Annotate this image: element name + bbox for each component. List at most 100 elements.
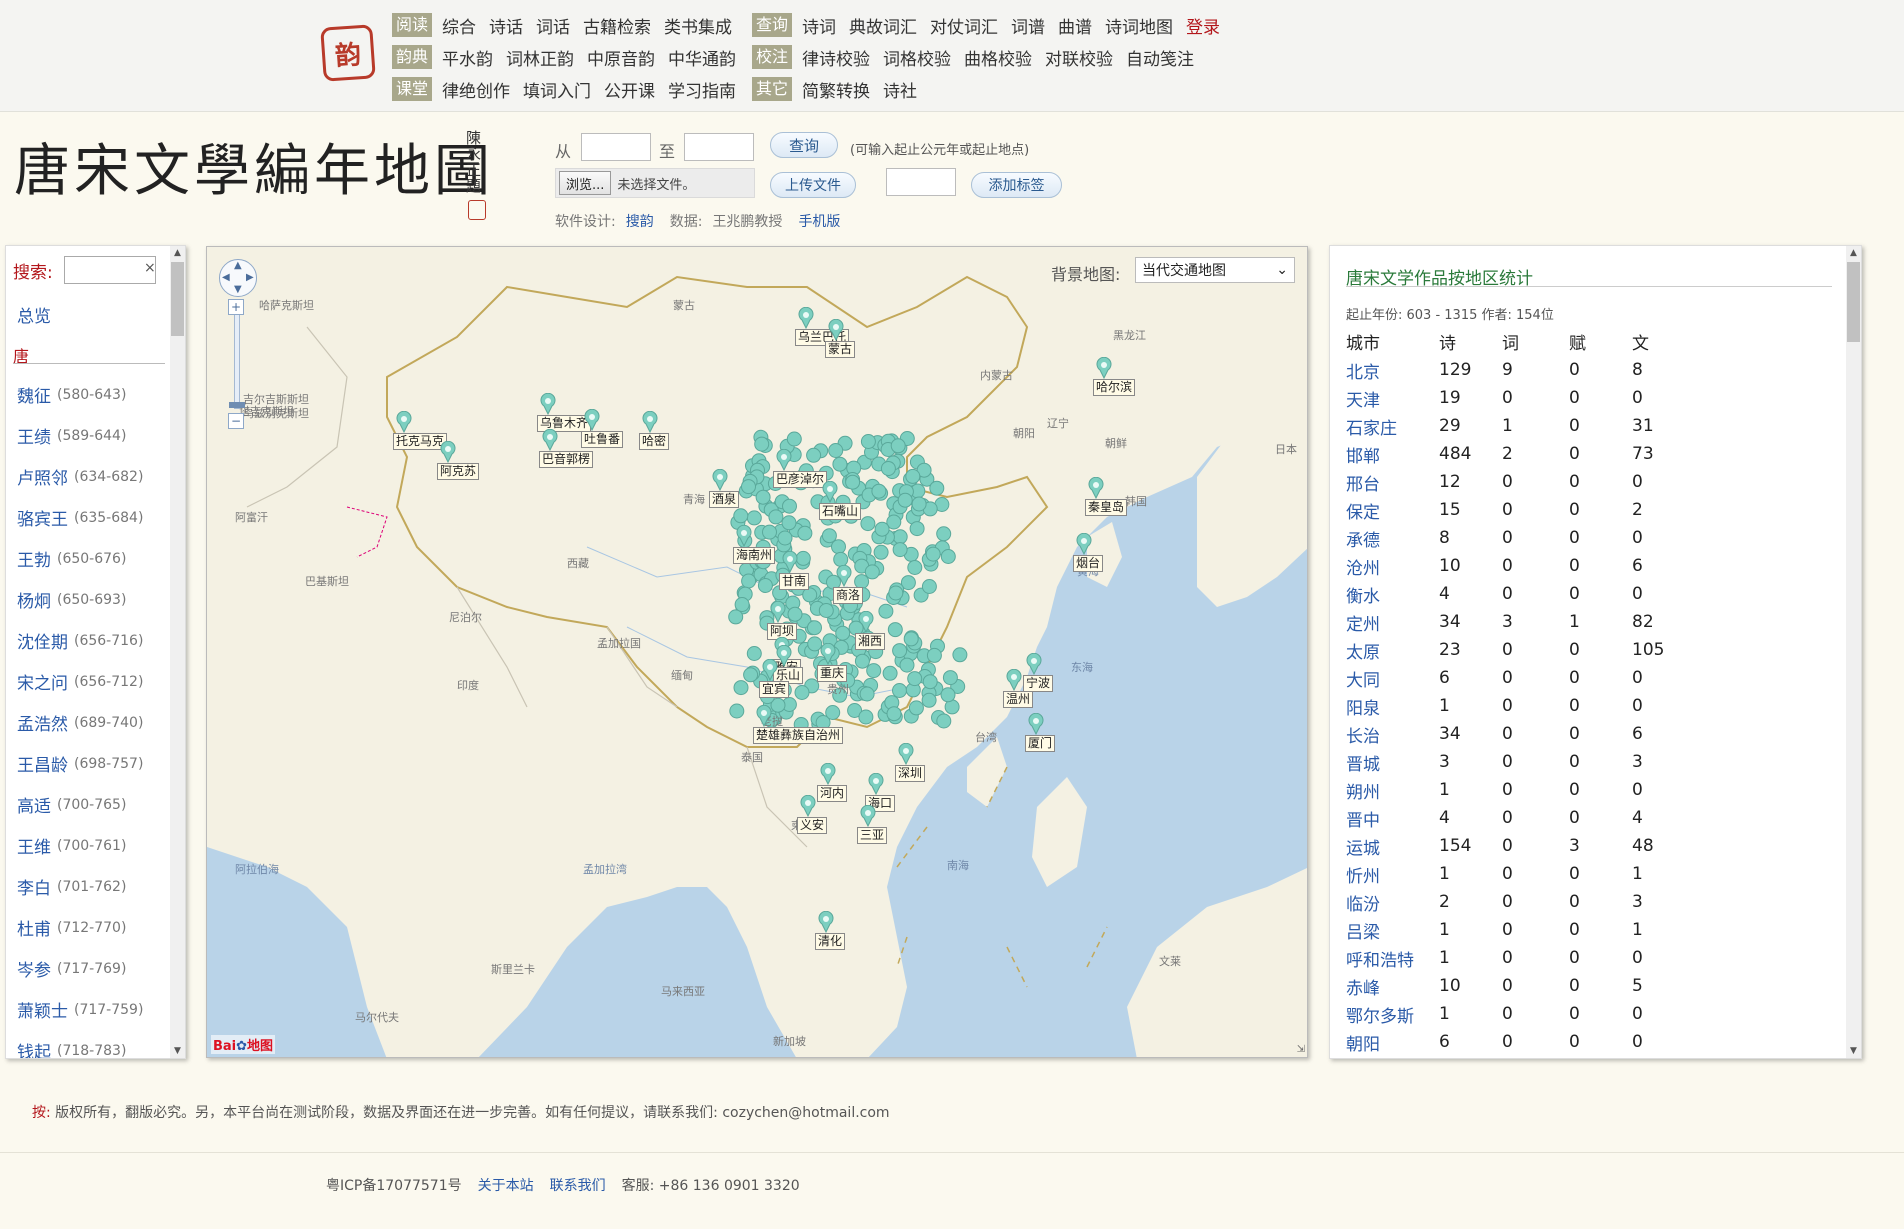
author-item[interactable]: 杜甫 (712-770) [17,907,143,948]
map-pin-icon[interactable] [439,440,457,464]
map-pin-icon[interactable] [711,468,729,492]
map-pin-icon[interactable] [828,443,844,458]
nav-link[interactable]: 典故词汇 [849,13,917,38]
cell-city[interactable]: 邯郸 [1346,440,1439,468]
map-pin-icon[interactable] [817,910,835,934]
map-pin-icon[interactable] [821,480,839,504]
place-label[interactable]: 商洛 [833,587,864,604]
map-pin-icon[interactable] [886,706,902,722]
map-pin-icon[interactable] [797,525,813,541]
map-pin-icon[interactable] [1005,668,1023,692]
map-pin-icon[interactable] [743,667,759,683]
map-pin-icon[interactable] [859,686,875,702]
map-pin-icon[interactable] [539,392,557,416]
map-pin-icon[interactable] [888,585,904,601]
map-pin-icon[interactable] [897,742,915,766]
place-label[interactable]: 吐鲁番 [581,431,624,448]
nav-link[interactable]: 平水韵 [442,45,493,70]
cell-city[interactable]: 吕梁 [1346,916,1439,944]
map-pin-icon[interactable] [768,509,784,525]
scroll-up-icon[interactable]: ▲ [170,246,185,260]
author-item[interactable]: 岑参 (717-769) [17,948,143,989]
pan-right-icon[interactable]: ▶ [246,272,254,283]
cell-city[interactable]: 晋城 [1346,748,1439,776]
map-pin-icon[interactable] [892,529,908,545]
nav-link[interactable]: 词谱 [1011,13,1045,38]
map-pin-icon[interactable] [782,498,797,514]
browse-button[interactable]: 浏览... [559,171,612,195]
author-item[interactable]: 王勃 (650-676) [17,538,143,579]
nav-link[interactable]: 曲谱 [1058,13,1092,38]
map-pin-icon[interactable] [762,524,777,540]
map-pin-icon[interactable] [905,468,921,484]
map-pin-icon[interactable] [827,318,845,342]
scroll-up-icon[interactable]: ▲ [1846,246,1861,260]
map-pin-icon[interactable] [787,606,803,622]
place-label[interactable]: 湘西 [855,633,886,650]
place-label[interactable]: 哈密 [639,433,670,450]
map-pin-icon[interactable] [755,704,773,728]
place-label[interactable]: 蒙古 [825,341,856,358]
map-pin-icon[interactable] [825,705,841,720]
map-pin-icon[interactable] [871,483,887,499]
place-label[interactable]: 义安 [797,817,828,834]
nav-link-poetry-map[interactable]: 诗词地图 [1105,13,1173,38]
cell-city[interactable]: 运城 [1346,832,1439,860]
about-link[interactable]: 关于本站 [478,1175,534,1195]
map-pin-icon[interactable] [940,687,956,703]
place-label[interactable]: 海南州 [733,547,776,564]
nav-link[interactable]: 公开课 [604,77,655,102]
cell-city[interactable]: 衡水 [1346,580,1439,608]
map-pin-icon[interactable] [874,521,890,537]
map-pin-icon[interactable] [890,438,906,454]
author-item[interactable]: 杨炯 (650-693) [17,579,143,620]
map-pin-icon[interactable] [769,600,787,624]
place-label[interactable]: 宜宾 [759,681,790,698]
author-item[interactable]: 王维 (700-761) [17,825,143,866]
place-label[interactable]: 石嘴山 [819,503,862,520]
mobile-link[interactable]: 手机版 [798,211,840,231]
map-pin-icon[interactable] [761,658,779,682]
map-pin-icon[interactable] [741,479,756,495]
baidu-map-logo[interactable]: Bai✿地图 [211,1035,276,1054]
cell-city[interactable]: 北京 [1346,356,1439,384]
place-label[interactable]: 楚雄彝族自治州 [753,727,844,744]
basemap-select[interactable]: 当代交通地图 ⌄ [1135,257,1295,283]
map-pin-icon[interactable] [786,431,802,447]
nav-link[interactable]: 对仗词汇 [930,13,998,38]
tag-input[interactable] [886,168,956,196]
nav-link[interactable]: 中华通韵 [668,45,736,70]
map-pin-icon[interactable] [925,546,941,562]
nav-link[interactable]: 律诗校验 [802,45,870,70]
map-pin-icon[interactable] [832,456,848,472]
zoom-in-button[interactable]: + [228,299,244,315]
map-pin-icon[interactable] [908,700,924,716]
nav-link[interactable]: 诗社 [883,77,917,102]
map-pin-icon[interactable] [952,647,968,663]
map-pin-icon[interactable] [911,496,927,512]
map-pin-icon[interactable] [775,448,793,472]
map-pin-icon[interactable] [835,564,853,588]
nav-link[interactable]: 曲格校验 [964,45,1032,70]
map-pin-icon[interactable] [754,436,770,452]
map-pin-icon[interactable] [797,306,815,330]
map-pin-icon[interactable] [899,657,915,673]
map-pin-icon[interactable] [882,665,898,681]
map-pin-icon[interactable] [867,772,885,796]
map-pin-icon[interactable] [907,560,923,575]
place-label[interactable]: 秦皇岛 [1085,499,1128,516]
author-item[interactable]: 萧颖士 (717-759) [17,989,143,1030]
map-pin-icon[interactable] [940,549,956,564]
scroll-down-icon[interactable]: ▼ [1846,1044,1861,1058]
cell-city[interactable]: 呼和浩特 [1346,944,1439,972]
place-label[interactable]: 巴音郭楞 [539,451,594,468]
map-pin-icon[interactable] [735,524,753,548]
overview-link[interactable]: 总览 [17,302,51,327]
author-item[interactable]: 王昌龄 (698-757) [17,743,143,784]
cell-city[interactable]: 太原 [1346,636,1439,664]
cell-city[interactable]: 天津 [1346,384,1439,412]
nav-badge-read[interactable]: 阅读 [392,13,433,37]
nav-link[interactable]: 自动笺注 [1126,45,1194,70]
map-pin-icon[interactable] [755,489,771,505]
author-item[interactable]: 高适 (700-765) [17,784,143,825]
